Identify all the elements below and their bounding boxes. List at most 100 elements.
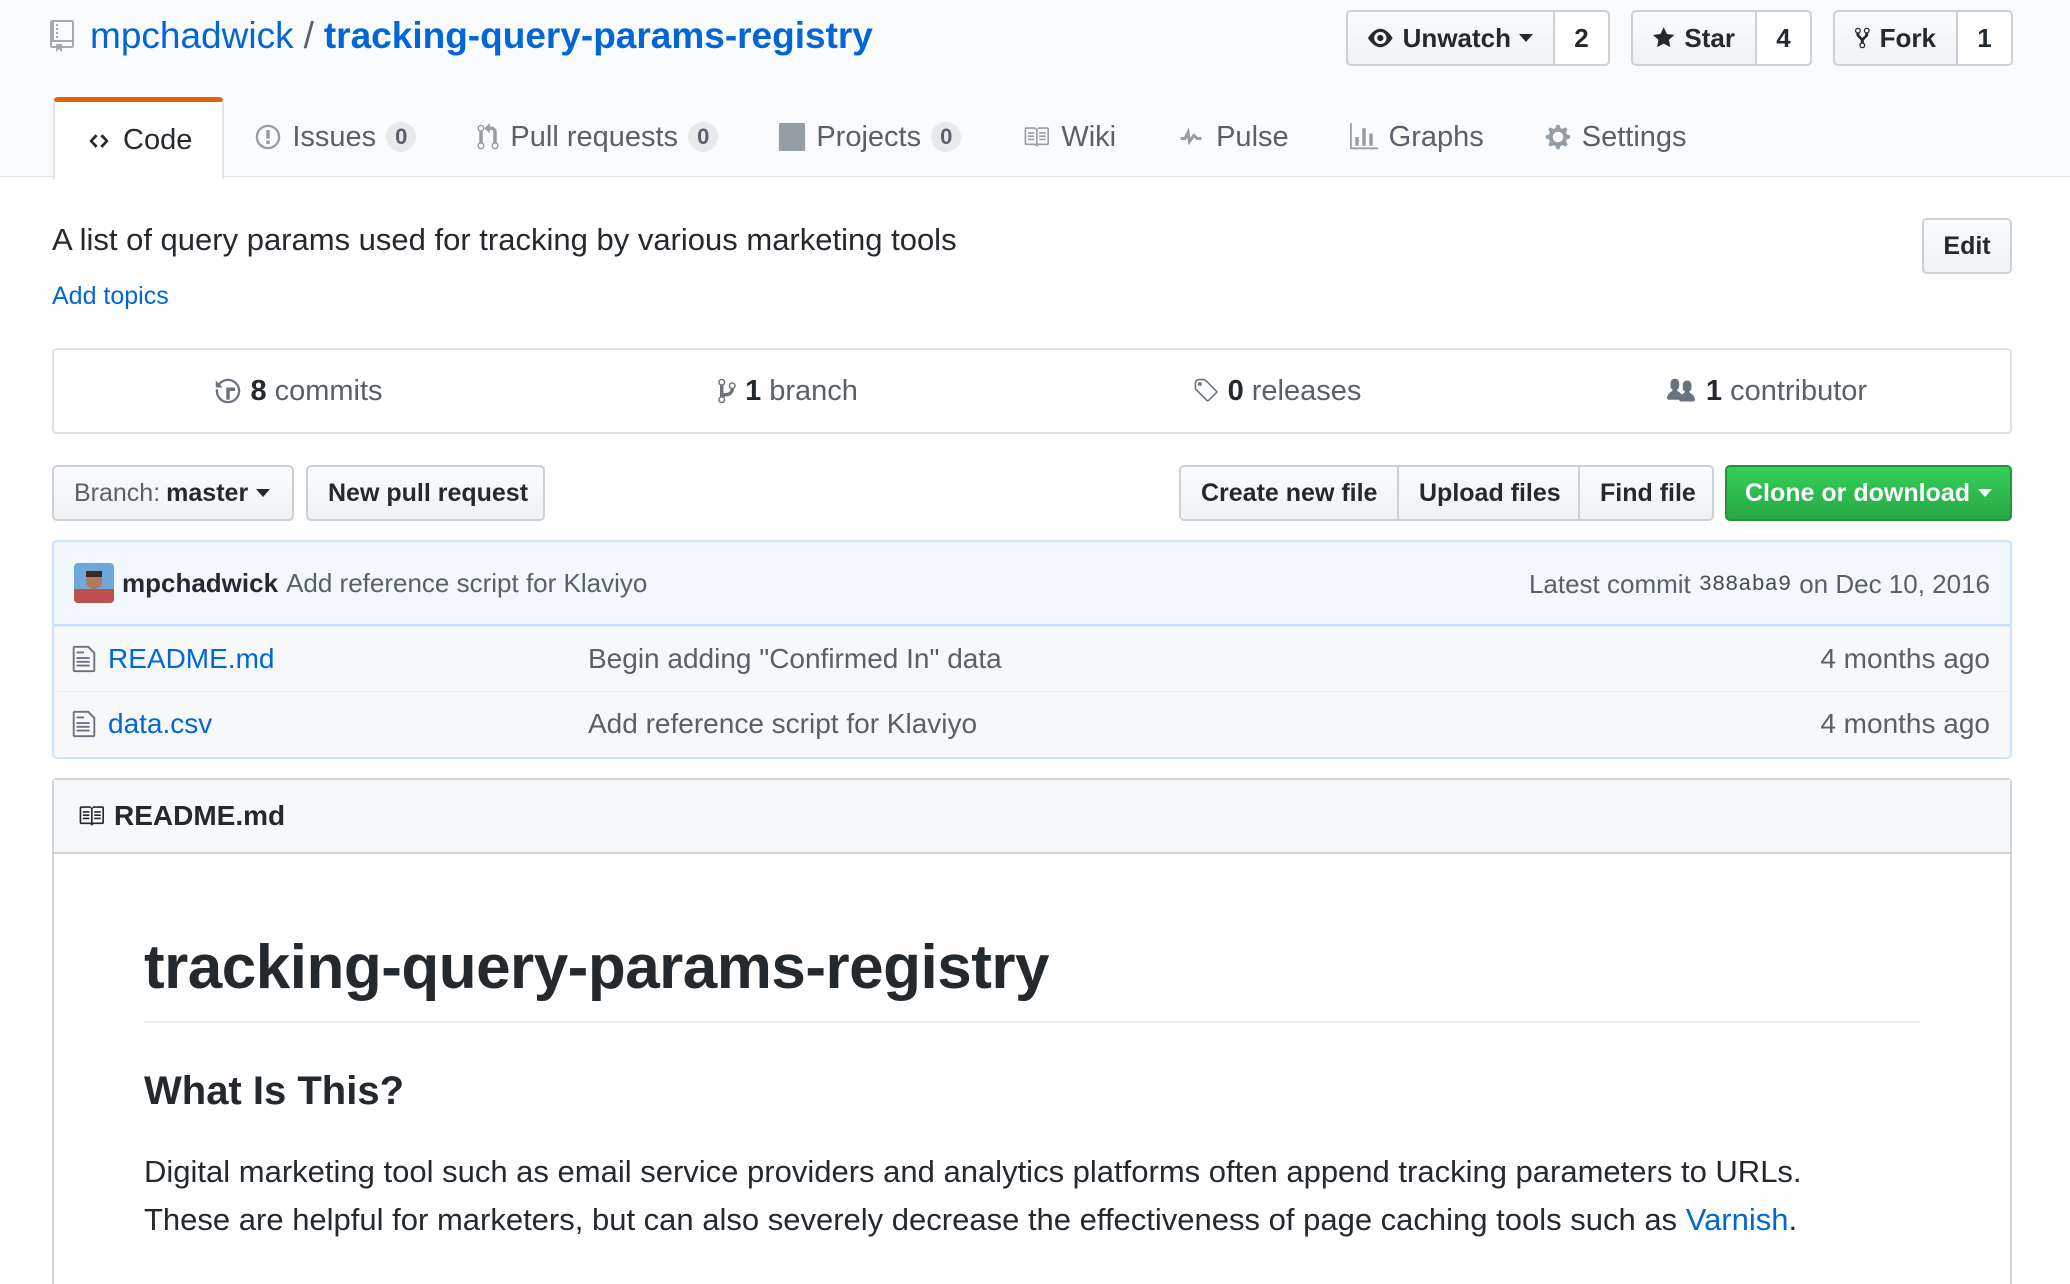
latest-commit-label: Latest commit <box>1528 568 1691 599</box>
branch-select-value: master <box>166 478 249 507</box>
numbers-summary: 8 commits 1 branch 0 releases 1 contribu… <box>52 348 2012 434</box>
contributors-label: contributor <box>1730 374 1868 407</box>
tab-pull-requests-label: Pull requests <box>510 120 679 153</box>
tab-issues-label: Issues <box>292 120 377 153</box>
tab-code[interactable]: Code <box>53 97 225 179</box>
graph-icon <box>1349 123 1378 150</box>
find-file-button[interactable]: Find file <box>1578 465 1714 521</box>
file-icon <box>72 710 96 738</box>
fork-button[interactable]: Fork <box>1833 10 1958 66</box>
repo-header: mpchadwick / tracking-query-params-regis… <box>0 0 2070 179</box>
table-row: README.md Begin adding "Confirmed In" da… <box>54 626 2010 691</box>
pull-request-icon <box>477 123 499 150</box>
upload-files-button[interactable]: Upload files <box>1397 465 1580 521</box>
issue-icon <box>256 124 281 150</box>
readme-paragraph-line1: Digital marketing tool such as email ser… <box>144 1154 1802 1189</box>
star-label: Star <box>1684 22 1735 53</box>
gear-icon <box>1545 124 1570 150</box>
readme-filename: README.md <box>114 800 286 831</box>
avatar[interactable] <box>74 563 114 603</box>
repo-description: A list of query params used for tracking… <box>52 222 957 257</box>
tab-issues[interactable]: Issues 0 <box>224 97 446 177</box>
clone-or-download-button[interactable]: Clone or download <box>1725 465 2012 521</box>
file-age: 4 months ago <box>1820 643 1990 674</box>
repo-title: mpchadwick / tracking-query-params-regis… <box>50 12 873 60</box>
table-row: data.csv Add reference script for Klaviy… <box>54 691 2010 756</box>
file-browser: mpchadwick Add reference script for Klav… <box>52 540 2012 759</box>
stars-count[interactable]: 4 <box>1757 10 1812 66</box>
branches-label: branch <box>769 374 858 407</box>
create-new-file-button[interactable]: Create new file <box>1179 465 1399 521</box>
readme-section-heading: What Is This? <box>144 1069 404 1113</box>
chevron-down-icon <box>256 489 271 497</box>
people-icon <box>1666 378 1695 402</box>
branches-link[interactable]: 1 branch <box>543 350 1032 432</box>
repo-nav: Code Issues 0 Pull requests 0 Projects 0… <box>53 97 1717 179</box>
branch-select[interactable]: Branch: master <box>52 465 294 521</box>
star-button[interactable]: Star <box>1631 10 1757 66</box>
contributors-count: 1 <box>1705 374 1723 407</box>
readme-box: README.md tracking-query-params-registry… <box>52 778 2012 1284</box>
tab-pulse-label: Pulse <box>1216 120 1289 153</box>
commit-sha-link[interactable]: 388aba9 <box>1699 572 1791 597</box>
watchers-count[interactable]: 2 <box>1555 10 1610 66</box>
file-name-link[interactable]: README.md <box>108 643 588 675</box>
file-commit-message-link[interactable]: Add reference script for Klaviyo <box>588 708 977 740</box>
readme-header: README.md <box>54 780 2010 854</box>
tab-projects[interactable]: Projects 0 <box>748 97 991 177</box>
fork-label: Fork <box>1879 22 1936 53</box>
commit-date: on Dec 10, 2016 <box>1799 568 1990 599</box>
star-group: Star 4 <box>1631 10 1812 66</box>
releases-count: 0 <box>1227 374 1244 407</box>
edit-description-button[interactable]: Edit <box>1922 218 2012 274</box>
releases-link[interactable]: 0 releases <box>1032 350 1521 432</box>
star-icon <box>1653 27 1675 48</box>
tab-graphs[interactable]: Graphs <box>1319 97 1514 177</box>
repo-separator: / <box>303 15 314 56</box>
branches-count: 1 <box>745 374 762 407</box>
repo-icon <box>50 20 74 52</box>
commit-message-link[interactable]: Add reference script for Klaviyo <box>286 568 647 599</box>
book-icon <box>79 806 104 826</box>
file-actions-group: Create new file Upload files Find file <box>1179 465 1714 521</box>
tab-pulse[interactable]: Pulse <box>1146 97 1319 177</box>
forks-count[interactable]: 1 <box>1958 10 2013 66</box>
tab-pull-requests[interactable]: Pull requests 0 <box>446 97 748 177</box>
latest-commit-info: Latest commit 388aba9 on Dec 10, 2016 <box>1529 542 1990 626</box>
tag-icon <box>1194 378 1218 402</box>
repo-owner-link[interactable]: mpchadwick <box>90 15 294 57</box>
commit-author-link[interactable]: mpchadwick <box>122 568 278 599</box>
repo-name-link[interactable]: tracking-query-params-registry <box>324 15 873 57</box>
pull-requests-counter: 0 <box>688 122 719 152</box>
commits-link[interactable]: 8 commits <box>54 350 543 432</box>
readme-paragraph: Digital marketing tool such as email ser… <box>144 1148 1944 1244</box>
tab-settings[interactable]: Settings <box>1514 97 1717 177</box>
readme-title: tracking-query-params-registry <box>144 932 1920 1023</box>
tab-settings-label: Settings <box>1581 120 1687 153</box>
chevron-down-icon <box>1519 34 1533 42</box>
projects-counter: 0 <box>931 122 962 152</box>
file-commit-message-link[interactable]: Begin adding "Confirmed In" data <box>588 643 1002 675</box>
readme-paragraph-line2: These are helpful for marketers, but can… <box>144 1202 1678 1237</box>
tab-code-label: Code <box>123 124 193 156</box>
tab-wiki[interactable]: Wiki <box>991 97 1146 177</box>
fork-icon <box>1855 27 1870 49</box>
pulse-icon <box>1180 127 1202 146</box>
history-icon <box>216 378 241 404</box>
branch-select-label: Branch: <box>74 478 161 507</box>
unwatch-button[interactable]: Unwatch <box>1346 10 1555 66</box>
issues-counter: 0 <box>386 122 417 152</box>
varnish-link[interactable]: Varnish <box>1686 1202 1789 1237</box>
contributors-link[interactable]: 1 contributor <box>1521 350 2010 432</box>
latest-commit-bar: mpchadwick Add reference script for Klav… <box>54 542 2010 626</box>
add-topics-link[interactable]: Add topics <box>52 282 169 311</box>
branch-icon <box>718 378 736 404</box>
tab-projects-label: Projects <box>816 120 922 153</box>
unwatch-label: Unwatch <box>1402 22 1511 53</box>
watch-group: Unwatch 2 <box>1346 10 1610 66</box>
new-pull-request-button[interactable]: New pull request <box>306 465 545 521</box>
file-age: 4 months ago <box>1820 708 1990 739</box>
project-icon <box>779 123 806 151</box>
readme-content: tracking-query-params-registry What Is T… <box>54 932 2010 1244</box>
file-name-link[interactable]: data.csv <box>108 708 588 740</box>
